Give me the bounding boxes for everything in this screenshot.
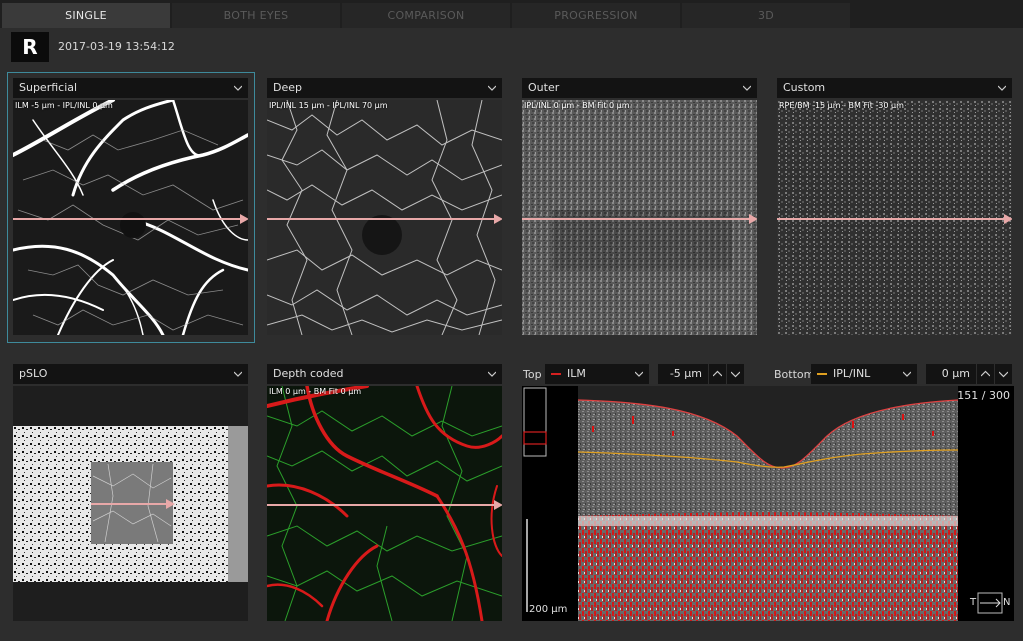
view-tab-bar: SINGLE BOTH EYES COMPARISON PROGRESSION …	[0, 0, 1023, 28]
angiogram-superficial[interactable]: ILM -5 μm - IPL/INL 0 μm	[13, 100, 248, 335]
slab-select-label: Outer	[528, 81, 560, 94]
slab-select-outer[interactable]: Outer	[522, 78, 757, 98]
eye-badge: R	[11, 32, 49, 62]
bottom-boundary-select[interactable]: IPL/INL	[811, 364, 917, 384]
angiogram-deep[interactable]: IPL/INL 15 μm - IPL/INL 70 μm	[267, 100, 502, 335]
top-offset-down-button[interactable]	[727, 364, 744, 384]
exam-timestamp: 2017-03-19 13:54:12	[58, 40, 175, 53]
chevron-down-icon	[635, 371, 643, 377]
bscan-position-line[interactable]	[267, 218, 495, 220]
slab-bounds-label: ILM -5 μm - IPL/INL 0 μm	[15, 101, 113, 110]
orientation-temporal-label: T	[970, 597, 977, 608]
slab-select-pslo[interactable]: pSLO	[13, 364, 248, 384]
chevron-down-icon	[731, 371, 740, 378]
tab-both-eyes[interactable]: BOTH EYES	[172, 3, 340, 28]
slab-select-custom[interactable]: Custom	[777, 78, 1012, 98]
bottom-offset-field[interactable]: 0 μm	[926, 364, 976, 384]
top-boundary-swatch	[551, 373, 561, 375]
slab-select-label: pSLO	[19, 367, 48, 380]
slab-select-depth-coded[interactable]: Depth coded	[267, 364, 502, 384]
pslo-image-area	[13, 386, 248, 621]
angiogram-outer[interactable]: IPL/INL 0 μm - BM Fit 0 μm	[522, 100, 757, 335]
arrow-right-icon	[494, 500, 502, 510]
slab-select-label: Depth coded	[273, 367, 344, 380]
bscan-position-line[interactable]	[777, 218, 1005, 220]
chevron-down-icon	[743, 85, 751, 91]
top-boundary-label: Top	[523, 368, 542, 381]
bottom-offset-up-button[interactable]	[977, 364, 994, 384]
slab-select-label: Custom	[783, 81, 826, 94]
chevron-down-icon	[488, 85, 496, 91]
bscan-position-line[interactable]	[267, 504, 495, 506]
arrow-right-icon	[240, 214, 248, 224]
arrow-right-icon	[166, 499, 175, 509]
pslo-fundus-image[interactable]	[13, 426, 248, 582]
tab-single[interactable]: SINGLE	[2, 3, 170, 28]
chevron-down-icon	[488, 371, 496, 377]
slab-select-deep[interactable]: Deep	[267, 78, 502, 98]
arrow-right-icon	[749, 214, 757, 224]
bscan-viewer[interactable]: 151 / 300 200 μm T N	[522, 386, 1014, 621]
top-boundary-layer: ILM	[567, 367, 586, 380]
tab-3d[interactable]: 3D	[682, 3, 850, 28]
bscan-position-line[interactable]	[13, 218, 241, 220]
slab-bounds-label: ILM 0 μm - BM Fit 0 μm	[269, 387, 362, 396]
orientation-nasal-label: N	[1003, 597, 1011, 608]
chevron-down-icon	[999, 371, 1008, 378]
slab-bounds-label: IPL/INL 15 μm - IPL/INL 70 μm	[269, 101, 388, 110]
bottom-boundary-swatch	[817, 373, 827, 375]
chevron-down-icon	[234, 85, 242, 91]
bscan-image	[522, 386, 1014, 621]
scale-bar-label: 200 μm	[529, 604, 568, 615]
slab-select-label: Superficial	[19, 81, 78, 94]
bottom-boundary-label: Bottom	[774, 368, 815, 381]
chevron-up-icon	[713, 370, 722, 377]
bscan-position-line[interactable]	[91, 503, 167, 505]
chevron-down-icon	[234, 371, 242, 377]
angiogram-depth-coded[interactable]: ILM 0 μm - BM Fit 0 μm	[267, 386, 502, 621]
angiogram-custom[interactable]: RPE/BM -15 μm - BM Fit -30 μm	[777, 100, 1012, 335]
slice-counter: 151 / 300	[957, 389, 1010, 402]
arrow-right-icon	[494, 214, 502, 224]
bottom-offset-down-button[interactable]	[995, 364, 1012, 384]
tab-progression[interactable]: PROGRESSION	[512, 3, 680, 28]
chevron-down-icon	[998, 85, 1006, 91]
arrow-right-icon	[1004, 214, 1012, 224]
bottom-boundary-layer: IPL/INL	[833, 367, 871, 380]
tab-comparison[interactable]: COMPARISON	[342, 3, 510, 28]
slab-select-label: Deep	[273, 81, 302, 94]
chevron-down-icon	[903, 371, 911, 377]
slab-select-superficial[interactable]: Superficial	[13, 78, 248, 98]
chevron-up-icon	[981, 370, 990, 377]
top-offset-field[interactable]: -5 μm	[658, 364, 708, 384]
top-boundary-select[interactable]: ILM	[545, 364, 649, 384]
bscan-position-line[interactable]	[522, 218, 750, 220]
slab-bounds-label: IPL/INL 0 μm - BM Fit 0 μm	[524, 101, 630, 110]
top-offset-up-button[interactable]	[709, 364, 726, 384]
slab-bounds-label: RPE/BM -15 μm - BM Fit -30 μm	[779, 101, 904, 110]
